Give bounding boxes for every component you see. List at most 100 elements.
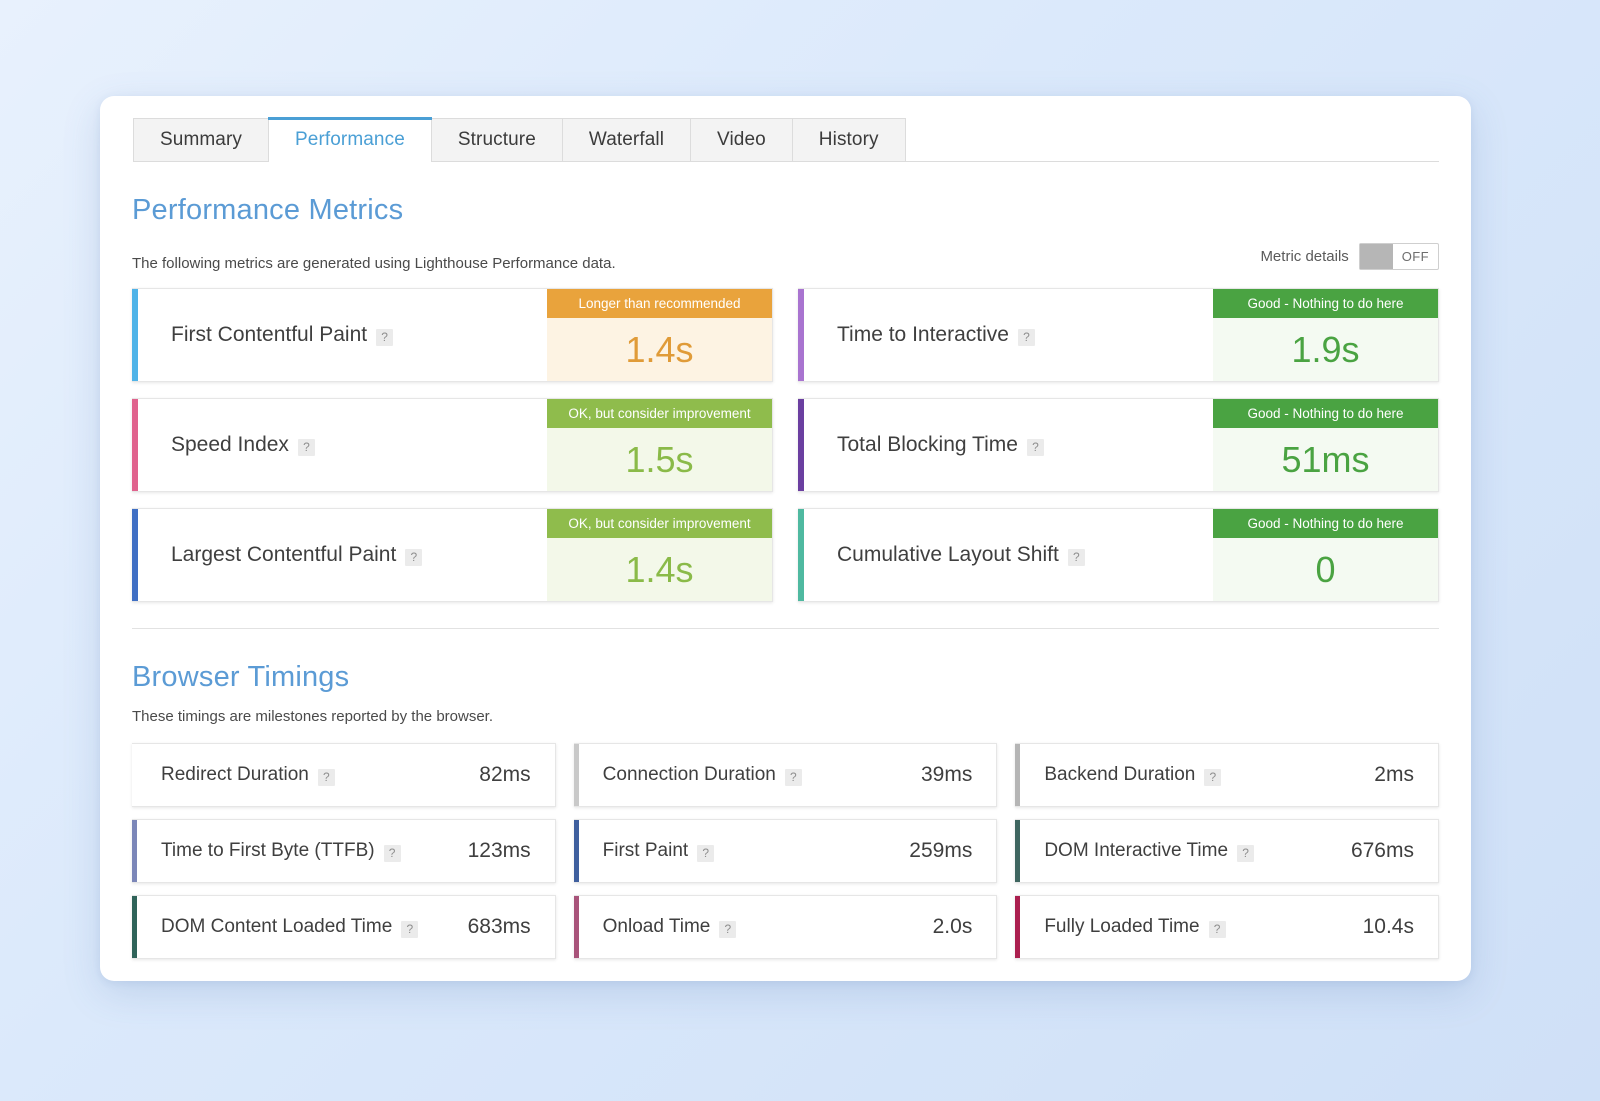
help-icon[interactable]: ? [1209, 921, 1226, 938]
help-icon[interactable]: ? [1237, 845, 1254, 862]
performance-metrics-grid: First Contentful Paint?Longer than recom… [132, 288, 1439, 602]
metric-details-label: Metric details [1260, 248, 1348, 265]
metric-value-box: Good - Nothing to do here51ms [1213, 399, 1438, 491]
metric-value-box: OK, but consider improvement1.5s [547, 399, 772, 491]
metric-card: Total Blocking Time?Good - Nothing to do… [798, 398, 1439, 492]
timing-value: 259ms [909, 839, 996, 863]
metric-value-box: Good - Nothing to do here0 [1213, 509, 1438, 601]
performance-subtitle: The following metrics are generated usin… [132, 255, 616, 272]
metric-value-box: Good - Nothing to do here1.9s [1213, 289, 1438, 381]
metric-name: Time to Interactive? [804, 289, 1213, 381]
timing-row: Connection Duration?39ms [574, 743, 998, 807]
help-icon[interactable]: ? [1018, 329, 1035, 346]
performance-subheader: The following metrics are generated usin… [132, 241, 1439, 272]
metric-name-label: First Contentful Paint [171, 323, 367, 347]
tab-performance[interactable]: Performance [268, 117, 432, 162]
status-badge: Good - Nothing to do here [1213, 509, 1438, 538]
tab-video[interactable]: Video [690, 118, 793, 161]
timing-value: 123ms [468, 839, 555, 863]
browser-timings-title: Browser Timings [132, 661, 1439, 694]
section-divider [132, 628, 1439, 629]
browser-timings-subtitle: These timings are milestones reported by… [132, 708, 1439, 725]
timing-value: 2.0s [933, 915, 997, 939]
timing-name: DOM Interactive Time? [1020, 840, 1351, 862]
help-icon[interactable]: ? [1068, 549, 1085, 566]
metric-value: 51ms [1213, 428, 1438, 491]
timing-name-label: Connection Duration [603, 764, 776, 786]
tab-history[interactable]: History [792, 118, 906, 161]
help-icon[interactable]: ? [1027, 439, 1044, 456]
timing-row: DOM Interactive Time?676ms [1015, 819, 1439, 883]
timing-name-label: Time to First Byte (TTFB) [161, 840, 375, 862]
tab-summary[interactable]: Summary [133, 118, 269, 161]
timing-name: DOM Content Loaded Time? [137, 916, 468, 938]
metric-name-label: Cumulative Layout Shift [837, 543, 1059, 567]
status-badge: OK, but consider improvement [547, 509, 772, 538]
browser-timings-grid: Redirect Duration?82msConnection Duratio… [132, 743, 1439, 959]
help-icon[interactable]: ? [318, 769, 335, 786]
metric-card: Largest Contentful Paint?OK, but conside… [132, 508, 773, 602]
metric-card: Cumulative Layout Shift?Good - Nothing t… [798, 508, 1439, 602]
metric-card: Time to Interactive?Good - Nothing to do… [798, 288, 1439, 382]
timing-name: Redirect Duration? [137, 764, 479, 786]
timing-value: 683ms [468, 915, 555, 939]
help-icon[interactable]: ? [697, 845, 714, 862]
metric-name: Cumulative Layout Shift? [804, 509, 1213, 601]
timing-name: Connection Duration? [579, 764, 921, 786]
timing-row: First Paint?259ms [574, 819, 998, 883]
page-title: Performance Metrics [132, 194, 1439, 227]
help-icon[interactable]: ? [719, 921, 736, 938]
help-icon[interactable]: ? [384, 845, 401, 862]
timing-value: 10.4s [1363, 915, 1438, 939]
toggle-state-label: OFF [1393, 249, 1438, 264]
timing-name-label: Onload Time [603, 916, 711, 938]
help-icon[interactable]: ? [401, 921, 418, 938]
timing-name-label: First Paint [603, 840, 689, 862]
metric-value: 1.5s [547, 428, 772, 491]
help-icon[interactable]: ? [376, 329, 393, 346]
timing-name-label: Backend Duration [1044, 764, 1195, 786]
timing-name: Fully Loaded Time? [1020, 916, 1362, 938]
metric-value-box: OK, but consider improvement1.4s [547, 509, 772, 601]
timing-value: 39ms [921, 763, 996, 787]
timing-name: Time to First Byte (TTFB)? [137, 840, 468, 862]
help-icon[interactable]: ? [405, 549, 422, 566]
help-icon[interactable]: ? [1204, 769, 1221, 786]
status-badge: OK, but consider improvement [547, 399, 772, 428]
timing-name-label: DOM Content Loaded Time [161, 916, 392, 938]
tab-structure[interactable]: Structure [431, 118, 563, 161]
timing-row: Fully Loaded Time?10.4s [1015, 895, 1439, 959]
timing-name: First Paint? [579, 840, 910, 862]
timing-row: Backend Duration?2ms [1015, 743, 1439, 807]
status-badge: Good - Nothing to do here [1213, 399, 1438, 428]
metric-details-toggle-wrap: Metric details OFF [1260, 243, 1439, 270]
metric-value: 1.4s [547, 538, 772, 601]
timing-name: Backend Duration? [1020, 764, 1374, 786]
metric-name-label: Time to Interactive [837, 323, 1009, 347]
timing-value: 82ms [479, 763, 554, 787]
metric-name-label: Largest Contentful Paint [171, 543, 396, 567]
tab-waterfall[interactable]: Waterfall [562, 118, 691, 161]
metric-name: Speed Index? [138, 399, 547, 491]
metric-value-box: Longer than recommended1.4s [547, 289, 772, 381]
timing-name-label: Redirect Duration [161, 764, 309, 786]
metric-details-toggle[interactable]: OFF [1359, 243, 1439, 270]
timing-name: Onload Time? [579, 916, 933, 938]
timing-row: Onload Time?2.0s [574, 895, 998, 959]
timing-value: 676ms [1351, 839, 1438, 863]
report-window: SummaryPerformanceStructureWaterfallVide… [100, 96, 1471, 981]
timing-row: Time to First Byte (TTFB)?123ms [132, 819, 556, 883]
help-icon[interactable]: ? [298, 439, 315, 456]
metric-value: 0 [1213, 538, 1438, 601]
metric-value: 1.4s [547, 318, 772, 381]
metric-value: 1.9s [1213, 318, 1438, 381]
metric-card: First Contentful Paint?Longer than recom… [132, 288, 773, 382]
metric-name: Largest Contentful Paint? [138, 509, 547, 601]
status-badge: Longer than recommended [547, 289, 772, 318]
status-badge: Good - Nothing to do here [1213, 289, 1438, 318]
metric-card: Speed Index?OK, but consider improvement… [132, 398, 773, 492]
timing-name-label: DOM Interactive Time [1044, 840, 1228, 862]
help-icon[interactable]: ? [785, 769, 802, 786]
metric-name: First Contentful Paint? [138, 289, 547, 381]
timing-value: 2ms [1374, 763, 1438, 787]
